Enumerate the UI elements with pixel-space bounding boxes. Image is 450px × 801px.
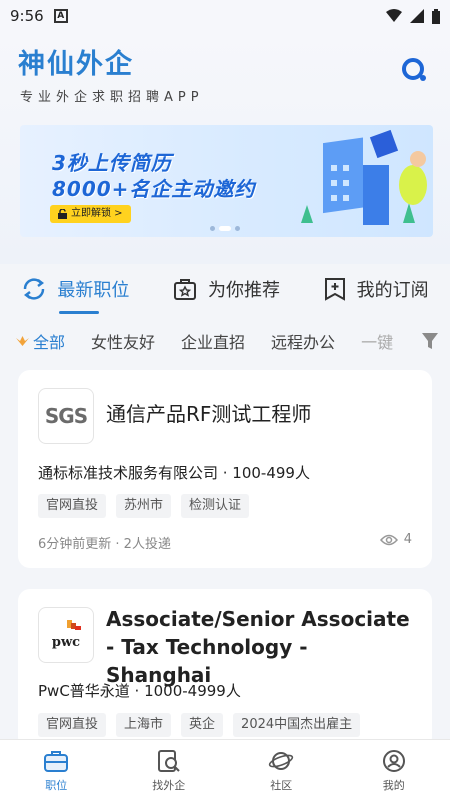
job-tag: 官网直投 [38, 713, 107, 737]
tab-recommended[interactable]: 为你推荐 [172, 264, 280, 314]
job-meta: 6分钟前更新 · 2人投递 [38, 537, 171, 552]
nav-label: 社区 [270, 778, 293, 792]
logo-text: SGS [44, 404, 88, 428]
job-tag: 官网直投 [38, 494, 107, 518]
wifi-icon [386, 9, 402, 22]
refresh-icon [24, 278, 45, 300]
company-info: PwC普华永道 · 1000-4999人 [38, 682, 241, 700]
filter-funnel-button[interactable] [410, 320, 450, 362]
banner-dot-active [219, 226, 231, 231]
banner-illustration [301, 129, 427, 225]
filter-direct-hire[interactable]: 企业直招 [181, 329, 245, 353]
job-tags: 官网直投 苏州市 检测认证 [38, 494, 250, 518]
job-tag: 2024中国杰出雇主 [233, 713, 361, 737]
battery-icon [432, 8, 440, 24]
filter-label: 全部 [33, 333, 66, 352]
lock-icon [58, 209, 67, 219]
status-time: 9:56 [10, 7, 44, 25]
filter-bar: 全部 女性友好 企业直招 远程办公 一键 [0, 320, 450, 362]
subscribe-icon [324, 278, 345, 301]
nav-label: 职位 [45, 778, 68, 792]
unlock-button[interactable]: 立即解锁 > [50, 205, 131, 223]
logo-text: pwc [51, 634, 81, 650]
profile-icon [382, 749, 405, 772]
funnel-icon [422, 333, 438, 349]
search-company-icon [157, 749, 180, 772]
company-logo-sgs: SGS [38, 388, 94, 444]
job-card[interactable]: pwc Associate/Senior Associate - Tax Tec… [18, 589, 432, 749]
job-tag: 上海市 [116, 713, 172, 737]
tab-latest-jobs[interactable]: 最新职位 [21, 264, 129, 314]
filter-female-friendly[interactable]: 女性友好 [91, 329, 155, 353]
nav-community[interactable]: 社区 [241, 749, 321, 793]
job-tabs: 最新职位 为你推荐 我的订阅 [0, 264, 450, 314]
company-logo-pwc: pwc [38, 607, 94, 663]
tab-subscriptions[interactable]: 我的订阅 [323, 264, 429, 314]
banner-line-1: 3秒上传简历 [52, 151, 172, 175]
nav-label: 我的 [382, 778, 405, 792]
banner-dot [235, 226, 240, 231]
signal-icon [410, 9, 424, 23]
star-box-icon [173, 279, 196, 300]
briefcase-icon [44, 750, 69, 772]
eye-icon [379, 534, 398, 545]
nav-label: 找外企 [152, 778, 186, 792]
job-card[interactable]: SGS 通信产品RF测试工程师 通标标准技术服务有限公司 · 100-499人 … [18, 370, 432, 568]
app-header: 神仙外企 专业外企求职招聘APP 3秒上传简历 8000+名企主动邀约 立即解锁… [0, 32, 450, 264]
filter-all[interactable]: 全部 [16, 329, 65, 353]
job-tags: 官网直投 上海市 英企 2024中国杰出雇主 [38, 713, 361, 737]
view-count-value: 4 [403, 532, 412, 547]
bottom-navigation: 职位 找外企 社区 我的 [0, 739, 450, 801]
banner-dot [210, 226, 215, 231]
job-title: Associate/Senior Associate - Tax Technol… [106, 607, 410, 687]
company-info: 通标标准技术服务有限公司 · 100-499人 [38, 464, 310, 482]
nav-find-company[interactable]: 找外企 [129, 749, 209, 793]
search-icon[interactable] [400, 56, 428, 84]
status-bar: 9:56 A [0, 0, 450, 32]
job-tag: 英企 [181, 713, 224, 737]
app-title: 神仙外企 [18, 49, 134, 80]
tab-label: 我的订阅 [356, 280, 429, 301]
notification-a-icon: A [53, 9, 68, 23]
nav-profile[interactable]: 我的 [354, 749, 434, 793]
planet-icon [269, 751, 294, 770]
promo-banner[interactable]: 3秒上传简历 8000+名企主动邀约 立即解锁 > [20, 125, 433, 237]
banner-pagination [210, 226, 240, 231]
app-slogan: 专业外企求职招聘APP [20, 90, 204, 105]
filter-one-click[interactable]: 一键 [361, 329, 393, 353]
nav-jobs[interactable]: 职位 [16, 749, 96, 793]
unlock-label: 立即解锁 > [71, 208, 123, 219]
filter-remote[interactable]: 远程办公 [271, 329, 335, 353]
crown-icon [16, 336, 29, 346]
tab-label: 最新职位 [57, 280, 130, 301]
job-tag: 苏州市 [116, 494, 172, 518]
pwc-logo-mark [67, 620, 81, 630]
job-title: 通信产品RF测试工程师 [106, 402, 312, 426]
view-count: 4 [379, 532, 412, 547]
banner-line-2: 8000+名企主动邀约 [52, 177, 256, 201]
job-tag: 检测认证 [181, 494, 250, 518]
tab-label: 为你推荐 [207, 280, 280, 301]
